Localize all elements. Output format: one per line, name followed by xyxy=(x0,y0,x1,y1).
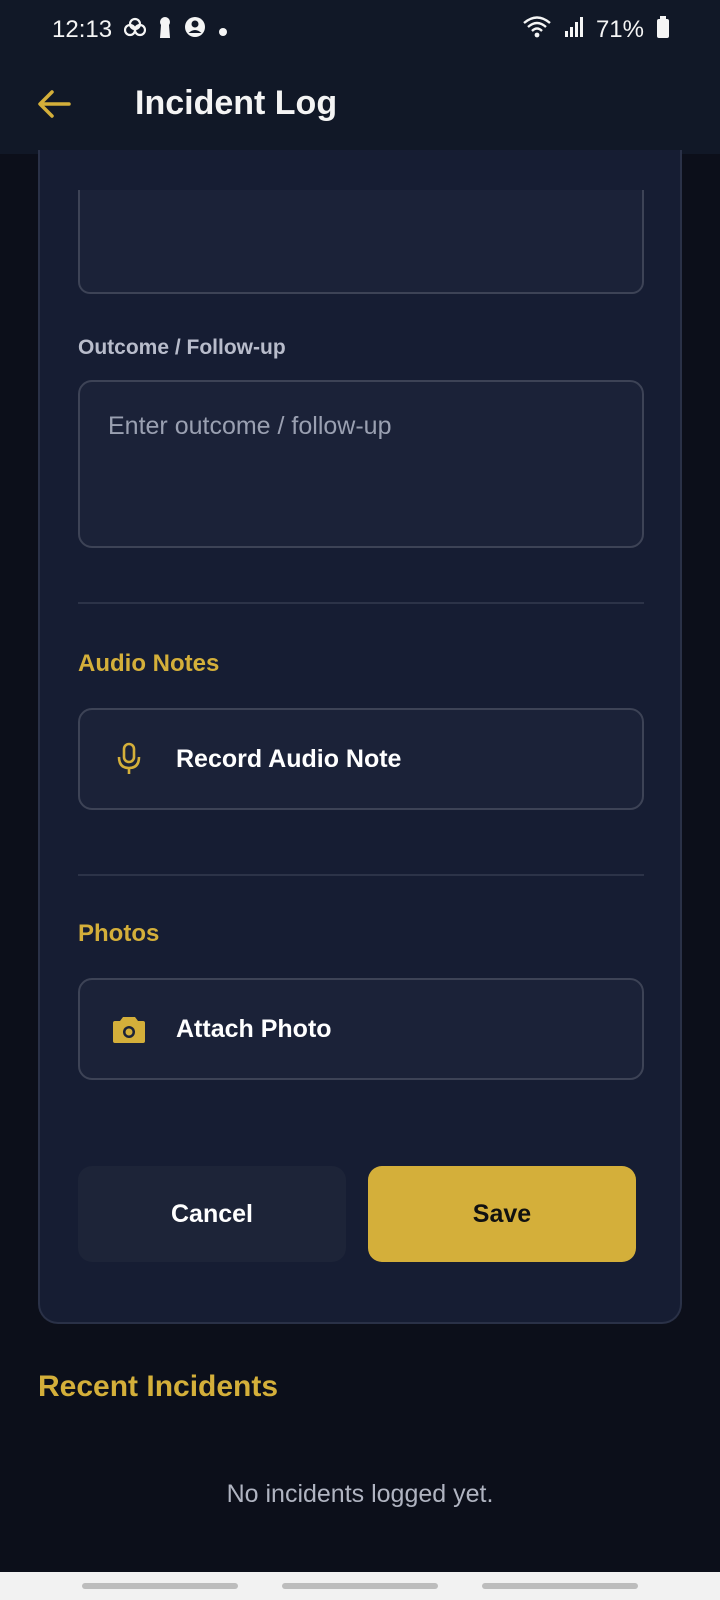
clock: 12:13 xyxy=(52,16,113,43)
nav-back-button[interactable] xyxy=(482,1583,638,1589)
status-bar-right: 71% xyxy=(522,15,670,46)
page-title: Incident Log xyxy=(135,84,338,122)
nav-home-button[interactable] xyxy=(282,1583,438,1589)
divider xyxy=(78,602,644,604)
attach-photo-button[interactable]: Attach Photo xyxy=(78,978,644,1080)
system-nav-bar xyxy=(0,1572,720,1600)
battery-icon xyxy=(656,15,670,45)
attach-photo-label: Attach Photo xyxy=(176,1014,332,1043)
status-bar: 12:13 71% xyxy=(0,0,720,60)
recent-incidents-title: Recent Incidents xyxy=(38,1370,279,1403)
outcome-label: Outcome / Follow-up xyxy=(78,336,286,359)
empty-state-message: No incidents logged yet. xyxy=(226,1480,494,1508)
cloud-shapes-icon xyxy=(123,16,147,44)
divider xyxy=(78,874,644,876)
signal-icon xyxy=(564,16,584,44)
app-bar: Incident Log xyxy=(0,60,720,154)
back-button[interactable] xyxy=(30,82,78,130)
dot-icon xyxy=(218,16,228,44)
arrow-left-icon xyxy=(37,89,71,124)
audio-notes-title: Audio Notes xyxy=(78,650,220,677)
keyhole-icon xyxy=(158,16,172,45)
account-circle-icon xyxy=(184,16,206,45)
previous-text-field[interactable] xyxy=(78,190,644,294)
record-audio-label: Record Audio Note xyxy=(176,744,402,773)
outcome-input[interactable] xyxy=(78,380,644,548)
record-audio-button[interactable]: Record Audio Note xyxy=(78,708,644,810)
battery-percent: 71% xyxy=(595,16,644,43)
incident-form-card: Outcome / Follow-up Audio Notes Record A… xyxy=(38,150,682,1324)
nav-recents-button[interactable] xyxy=(82,1583,238,1589)
camera-icon xyxy=(110,1008,148,1050)
status-bar-left: 12:13 xyxy=(52,16,228,45)
cancel-button[interactable]: Cancel xyxy=(78,1166,346,1262)
wifi-icon xyxy=(522,15,552,46)
photos-title: Photos xyxy=(78,920,160,947)
microphone-icon xyxy=(110,738,148,780)
save-button[interactable]: Save xyxy=(368,1166,636,1262)
